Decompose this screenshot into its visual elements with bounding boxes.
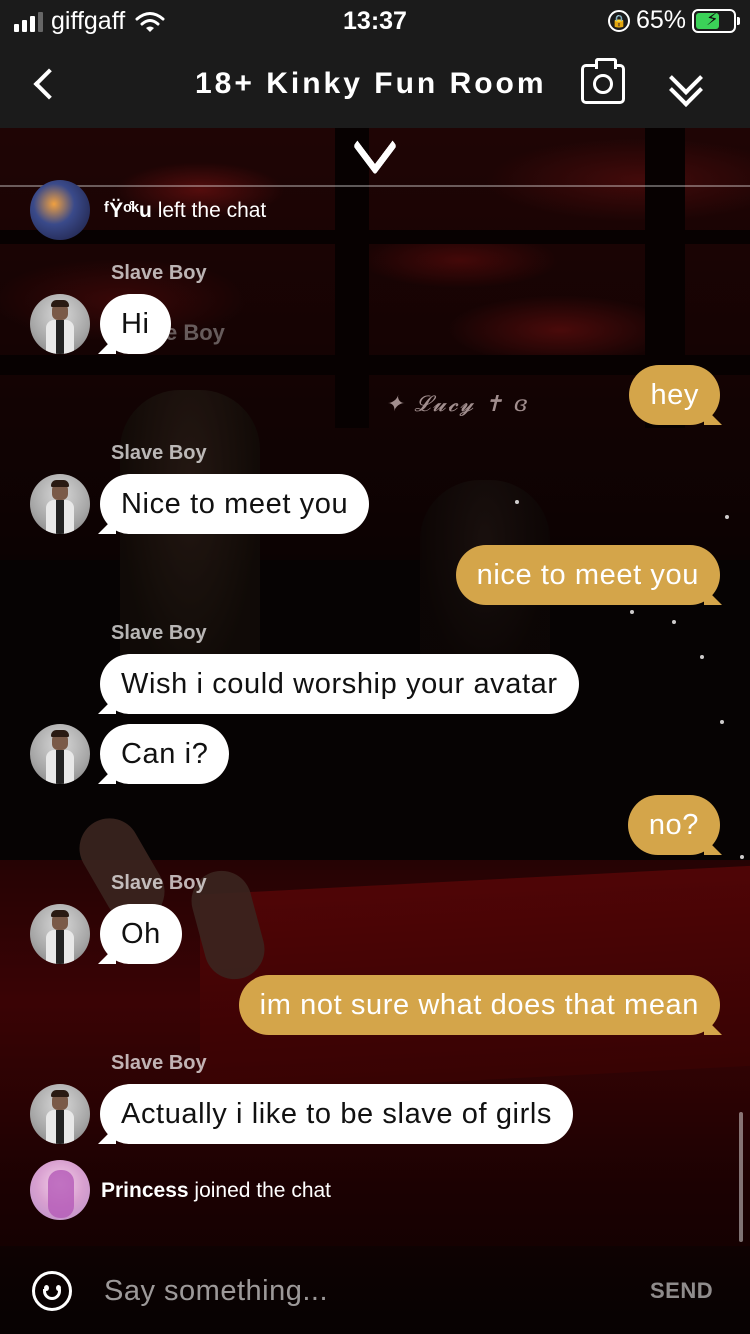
back-chevron-icon [33,68,65,100]
scrollbar[interactable] [739,1112,743,1242]
avatar[interactable] [30,724,90,784]
battery-percentage: 65% [635,6,686,34]
sparkle [672,620,676,624]
user-name: ᶠŸᵒ̊ᵏu [104,199,152,222]
charging-bolt-icon: ⚡ [706,8,719,29]
message-bubble-outgoing[interactable]: hey [629,365,720,425]
sender-name: Slave Boy [111,622,207,644]
sender-name: Slave Boy [111,262,207,284]
system-message-text: joined the chat [194,1179,332,1202]
sparkle [720,720,724,724]
system-message-left: ᶠŸᵒ̊ᵏu left the chat [104,199,266,223]
emoji-icon[interactable] [32,1271,72,1311]
message-bubble-outgoing[interactable]: nice to meet you [455,545,720,605]
sparkle [725,515,729,519]
avatar[interactable] [30,294,90,354]
avatar[interactable] [30,904,90,964]
avatar[interactable] [30,1160,90,1220]
back-button[interactable] [22,62,66,106]
status-bar: giffgaff 13:37 🔒 65% ⚡ [0,0,750,40]
sparkle [740,855,744,859]
sparkle [630,610,634,614]
camera-icon[interactable] [581,58,625,104]
avatar[interactable] [30,1084,90,1144]
message-composer: SEND [0,1246,750,1334]
double-chevron-down-icon[interactable] [664,61,712,108]
system-message-text: left the chat [157,199,267,222]
battery-charging-icon: ⚡ [692,8,740,33]
message-bubble-incoming[interactable]: Wish i could worship your avatar [100,654,579,714]
avatar[interactable] [30,180,90,240]
status-right-group: 🔒 65% ⚡ [607,6,740,35]
message-bubble-incoming[interactable]: Hi [100,294,171,354]
message-bubble-outgoing[interactable]: im not sure what does that mean [238,975,720,1035]
orientation-lock-icon: 🔒 [607,9,630,32]
sender-name: Slave Boy [111,442,207,464]
message-bubble-outgoing[interactable]: no? [627,795,720,855]
message-bubble-incoming[interactable]: Actually i like to be slave of girls [100,1084,573,1144]
send-button[interactable]: SEND [650,1278,713,1304]
camera-lens [593,74,613,94]
sender-name: Slave Boy [111,1052,207,1074]
avatar-name-tag-lucy: ✦ 𝓛𝓾𝓬𝔂 ✝ ɞ [385,392,530,417]
message-input[interactable] [104,1268,624,1314]
user-name: Princess [101,1179,189,1202]
system-message-joined: Princess joined the chat [101,1179,331,1203]
message-bubble-incoming[interactable]: Can i? [100,724,230,784]
chevron-down-icon[interactable] [338,116,412,176]
message-bubble-incoming[interactable]: Oh [100,904,182,964]
room-title: 18+ Kinky Fun Room [195,67,547,100]
avatar[interactable] [30,474,90,534]
divider [0,185,750,187]
sender-name: Slave Boy [111,872,207,894]
message-bubble-incoming[interactable]: Nice to meet you [100,474,370,534]
avatar-name-tag-boy: e Boy [165,320,225,345]
sparkle [700,655,704,659]
nav-bar: 18+ Kinky Fun Room [0,40,750,128]
sparkle [515,500,519,504]
